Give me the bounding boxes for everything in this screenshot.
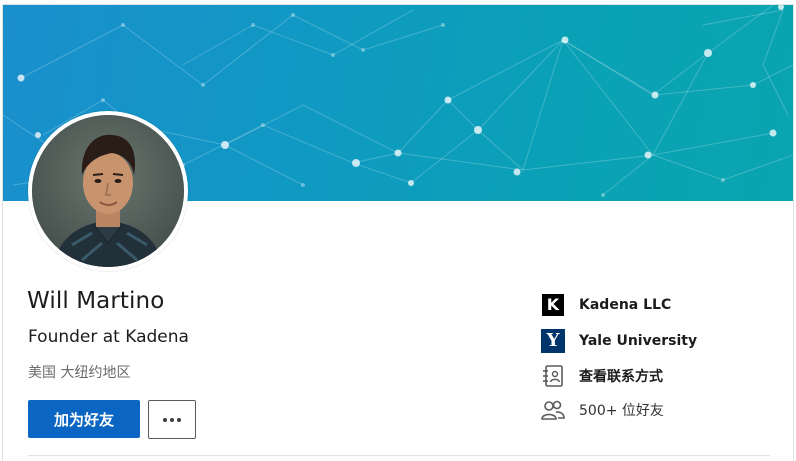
avatar[interactable] bbox=[28, 111, 188, 271]
profile-location: 美国 大纽约地区 bbox=[28, 365, 131, 381]
profile-name: Will Martino bbox=[27, 288, 165, 314]
contact-info-label: 查看联系方式 bbox=[579, 369, 663, 385]
connect-button[interactable]: 加为好友 bbox=[28, 400, 140, 438]
yale-logo-icon: Y bbox=[541, 329, 565, 353]
more-actions-button[interactable] bbox=[148, 400, 196, 439]
people-icon bbox=[541, 398, 565, 422]
person-photo-illustration bbox=[32, 115, 184, 267]
more-horizontal-icon bbox=[163, 417, 181, 422]
profile-headline: Founder at Kadena bbox=[28, 327, 189, 347]
connections-count: 500+ 位好友 bbox=[579, 403, 664, 419]
contact-info-link[interactable]: 查看联系方式 bbox=[541, 363, 663, 389]
profile-card: Will Martino Founder at Kadena 美国 大纽约地区 … bbox=[2, 4, 794, 461]
connections-link[interactable]: 500+ 位好友 bbox=[541, 397, 664, 423]
school-name: Yale University bbox=[579, 333, 698, 349]
contact-card-icon bbox=[541, 364, 565, 388]
company-link[interactable]: K Kadena LLC bbox=[541, 292, 671, 318]
kadena-logo-icon: K bbox=[541, 293, 565, 317]
section-divider bbox=[28, 455, 770, 456]
company-name: Kadena LLC bbox=[579, 297, 672, 313]
school-link[interactable]: Y Yale University bbox=[541, 328, 697, 354]
profile-photo bbox=[32, 115, 184, 267]
